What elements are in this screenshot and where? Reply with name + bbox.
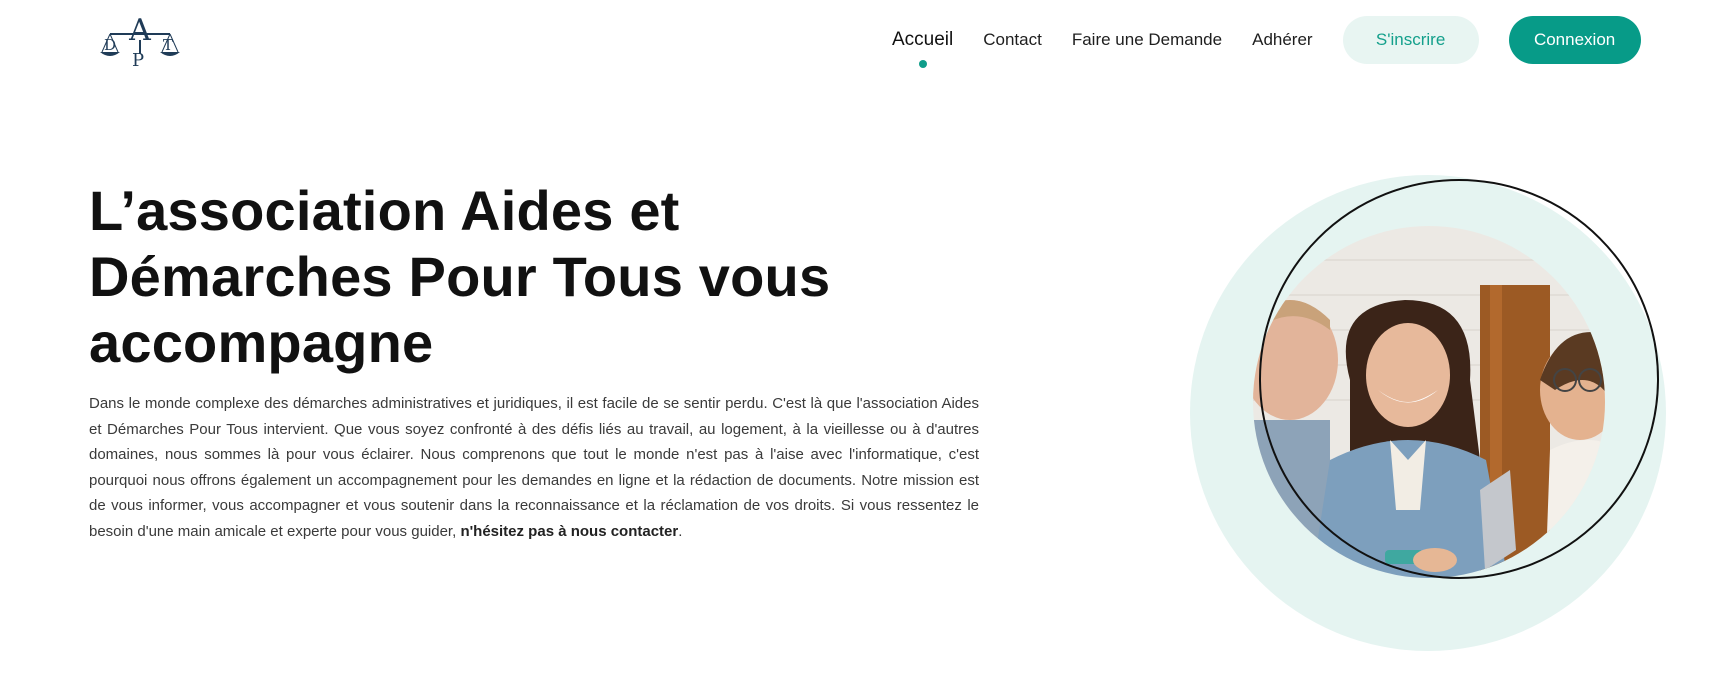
login-button-label: Connexion (1533, 30, 1616, 49)
logo-letter-d: D (104, 36, 116, 54)
signup-button[interactable]: S'inscrire (1342, 16, 1479, 64)
hero-title: L’association Aides et Démarches Pour To… (89, 179, 831, 374)
nav-item-accueil[interactable]: Accueil (892, 29, 954, 68)
hero-visual (1180, 130, 1700, 670)
main-nav: Accueil Contact Faire une Demande Adhére… (870, 0, 1641, 80)
hero-description: Dans le monde complexe des démarches adm… (89, 391, 979, 544)
logo-letter-p: P (132, 50, 144, 70)
nav-item-label: Accueil (892, 29, 954, 50)
signup-button-label: S'inscrire (1375, 30, 1446, 49)
active-indicator-dot (918, 60, 927, 68)
login-button[interactable]: Connexion (1508, 16, 1641, 64)
hero-description-end: . (678, 522, 683, 540)
contact-emphasis-link[interactable]: n'hésitez pas à nous contacter (460, 523, 678, 540)
hero-description-text: Dans le monde complexe des démarches adm… (89, 395, 979, 540)
nav-item-contact[interactable]: Contact (983, 30, 1042, 50)
nav-item-label: Adhérer (1252, 30, 1313, 49)
logo-letter-t: T (163, 36, 173, 54)
nav-item-label: Faire une Demande (1071, 30, 1223, 49)
site-header: A D P T Accueil Contact Faire une Demand… (0, 0, 1726, 80)
hero-illustration (1190, 175, 1666, 651)
nav-item-label: Contact (983, 30, 1042, 49)
home-page: A D P T Accueil Contact Faire une Demand… (0, 0, 1726, 689)
nav-item-faire-une-demande[interactable]: Faire une Demande (1072, 30, 1222, 50)
scales-of-justice-logo-icon: A D P T (100, 13, 180, 71)
adpt-logo[interactable]: A D P T (96, 8, 184, 71)
nav-item-adherer[interactable]: Adhérer (1252, 30, 1312, 50)
